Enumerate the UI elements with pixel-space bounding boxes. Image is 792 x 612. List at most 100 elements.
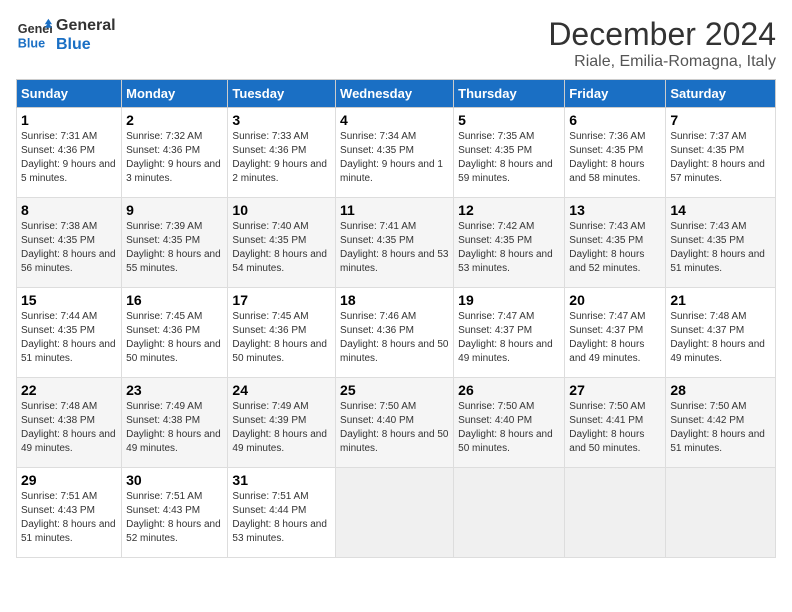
day-number: 23: [126, 382, 223, 398]
calendar-cell: [336, 468, 454, 558]
calendar-cell: 20 Sunrise: 7:47 AMSunset: 4:37 PMDaylig…: [565, 288, 666, 378]
day-detail: Sunrise: 7:50 AMSunset: 4:40 PMDaylight:…: [340, 401, 448, 454]
calendar-cell: [565, 468, 666, 558]
calendar-cell: 29 Sunrise: 7:51 AMSunset: 4:43 PMDaylig…: [17, 468, 122, 558]
day-number: 19: [458, 292, 560, 308]
day-number: 24: [232, 382, 331, 398]
day-detail: Sunrise: 7:43 AMSunset: 4:35 PMDaylight:…: [569, 221, 645, 274]
calendar-cell: 21 Sunrise: 7:48 AMSunset: 4:37 PMDaylig…: [666, 288, 776, 378]
day-number: 28: [670, 382, 771, 398]
calendar-cell: 15 Sunrise: 7:44 AMSunset: 4:35 PMDaylig…: [17, 288, 122, 378]
day-number: 1: [21, 112, 117, 128]
logo: General Blue General Blue: [16, 16, 116, 54]
calendar-cell: [666, 468, 776, 558]
day-detail: Sunrise: 7:49 AMSunset: 4:39 PMDaylight:…: [232, 401, 327, 454]
day-detail: Sunrise: 7:45 AMSunset: 4:36 PMDaylight:…: [232, 311, 327, 364]
day-detail: Sunrise: 7:42 AMSunset: 4:35 PMDaylight:…: [458, 221, 553, 274]
day-number: 22: [21, 382, 117, 398]
main-title: December 2024: [548, 16, 776, 53]
day-number: 31: [232, 472, 331, 488]
day-number: 11: [340, 202, 449, 218]
calendar-cell: 5 Sunrise: 7:35 AMSunset: 4:35 PMDayligh…: [454, 108, 565, 198]
day-number: 2: [126, 112, 223, 128]
day-detail: Sunrise: 7:39 AMSunset: 4:35 PMDaylight:…: [126, 221, 221, 274]
day-number: 17: [232, 292, 331, 308]
day-number: 6: [569, 112, 661, 128]
header-wednesday: Wednesday: [336, 80, 454, 108]
calendar-cell: 16 Sunrise: 7:45 AMSunset: 4:36 PMDaylig…: [122, 288, 228, 378]
day-detail: Sunrise: 7:45 AMSunset: 4:36 PMDaylight:…: [126, 311, 221, 364]
day-number: 3: [232, 112, 331, 128]
day-detail: Sunrise: 7:50 AMSunset: 4:40 PMDaylight:…: [458, 401, 553, 454]
calendar-cell: 13 Sunrise: 7:43 AMSunset: 4:35 PMDaylig…: [565, 198, 666, 288]
calendar-cell: 23 Sunrise: 7:49 AMSunset: 4:38 PMDaylig…: [122, 378, 228, 468]
day-detail: Sunrise: 7:50 AMSunset: 4:41 PMDaylight:…: [569, 401, 645, 454]
header-friday: Friday: [565, 80, 666, 108]
day-detail: Sunrise: 7:50 AMSunset: 4:42 PMDaylight:…: [670, 401, 765, 454]
day-detail: Sunrise: 7:46 AMSunset: 4:36 PMDaylight:…: [340, 311, 448, 364]
day-detail: Sunrise: 7:47 AMSunset: 4:37 PMDaylight:…: [569, 311, 645, 364]
calendar-cell: 25 Sunrise: 7:50 AMSunset: 4:40 PMDaylig…: [336, 378, 454, 468]
day-detail: Sunrise: 7:48 AMSunset: 4:37 PMDaylight:…: [670, 311, 765, 364]
day-number: 9: [126, 202, 223, 218]
header-tuesday: Tuesday: [228, 80, 336, 108]
calendar-week-3: 15 Sunrise: 7:44 AMSunset: 4:35 PMDaylig…: [17, 288, 776, 378]
day-number: 21: [670, 292, 771, 308]
day-detail: Sunrise: 7:51 AMSunset: 4:43 PMDaylight:…: [126, 491, 221, 544]
calendar-cell: 6 Sunrise: 7:36 AMSunset: 4:35 PMDayligh…: [565, 108, 666, 198]
day-detail: Sunrise: 7:51 AMSunset: 4:44 PMDaylight:…: [232, 491, 327, 544]
calendar-week-2: 8 Sunrise: 7:38 AMSunset: 4:35 PMDayligh…: [17, 198, 776, 288]
day-detail: Sunrise: 7:37 AMSunset: 4:35 PMDaylight:…: [670, 131, 765, 184]
calendar-cell: 22 Sunrise: 7:48 AMSunset: 4:38 PMDaylig…: [17, 378, 122, 468]
calendar-cell: 7 Sunrise: 7:37 AMSunset: 4:35 PMDayligh…: [666, 108, 776, 198]
calendar-week-1: 1 Sunrise: 7:31 AMSunset: 4:36 PMDayligh…: [17, 108, 776, 198]
calendar-week-4: 22 Sunrise: 7:48 AMSunset: 4:38 PMDaylig…: [17, 378, 776, 468]
title-block: December 2024 Riale, Emilia-Romagna, Ita…: [548, 16, 776, 71]
day-detail: Sunrise: 7:43 AMSunset: 4:35 PMDaylight:…: [670, 221, 765, 274]
day-detail: Sunrise: 7:49 AMSunset: 4:38 PMDaylight:…: [126, 401, 221, 454]
day-number: 16: [126, 292, 223, 308]
day-number: 4: [340, 112, 449, 128]
calendar-cell: 27 Sunrise: 7:50 AMSunset: 4:41 PMDaylig…: [565, 378, 666, 468]
day-number: 7: [670, 112, 771, 128]
day-number: 30: [126, 472, 223, 488]
calendar-table: SundayMondayTuesdayWednesdayThursdayFrid…: [16, 79, 776, 558]
calendar-cell: 18 Sunrise: 7:46 AMSunset: 4:36 PMDaylig…: [336, 288, 454, 378]
day-number: 15: [21, 292, 117, 308]
calendar-cell: 24 Sunrise: 7:49 AMSunset: 4:39 PMDaylig…: [228, 378, 336, 468]
day-detail: Sunrise: 7:48 AMSunset: 4:38 PMDaylight:…: [21, 401, 116, 454]
day-number: 10: [232, 202, 331, 218]
day-number: 26: [458, 382, 560, 398]
day-detail: Sunrise: 7:31 AMSunset: 4:36 PMDaylight:…: [21, 131, 116, 184]
day-number: 13: [569, 202, 661, 218]
day-number: 14: [670, 202, 771, 218]
calendar-cell: 11 Sunrise: 7:41 AMSunset: 4:35 PMDaylig…: [336, 198, 454, 288]
header-monday: Monday: [122, 80, 228, 108]
calendar-cell: 3 Sunrise: 7:33 AMSunset: 4:36 PMDayligh…: [228, 108, 336, 198]
svg-text:Blue: Blue: [18, 37, 45, 51]
day-detail: Sunrise: 7:47 AMSunset: 4:37 PMDaylight:…: [458, 311, 553, 364]
day-detail: Sunrise: 7:38 AMSunset: 4:35 PMDaylight:…: [21, 221, 116, 274]
calendar-cell: 12 Sunrise: 7:42 AMSunset: 4:35 PMDaylig…: [454, 198, 565, 288]
header-saturday: Saturday: [666, 80, 776, 108]
calendar-cell: 1 Sunrise: 7:31 AMSunset: 4:36 PMDayligh…: [17, 108, 122, 198]
day-number: 20: [569, 292, 661, 308]
header: General Blue General Blue December 2024 …: [16, 16, 776, 71]
day-number: 8: [21, 202, 117, 218]
day-number: 27: [569, 382, 661, 398]
calendar-cell: 30 Sunrise: 7:51 AMSunset: 4:43 PMDaylig…: [122, 468, 228, 558]
calendar-cell: 31 Sunrise: 7:51 AMSunset: 4:44 PMDaylig…: [228, 468, 336, 558]
calendar-cell: 28 Sunrise: 7:50 AMSunset: 4:42 PMDaylig…: [666, 378, 776, 468]
day-number: 29: [21, 472, 117, 488]
day-detail: Sunrise: 7:36 AMSunset: 4:35 PMDaylight:…: [569, 131, 645, 184]
calendar-cell: 14 Sunrise: 7:43 AMSunset: 4:35 PMDaylig…: [666, 198, 776, 288]
calendar-cell: 17 Sunrise: 7:45 AMSunset: 4:36 PMDaylig…: [228, 288, 336, 378]
logo-blue: Blue: [56, 35, 116, 54]
calendar-week-5: 29 Sunrise: 7:51 AMSunset: 4:43 PMDaylig…: [17, 468, 776, 558]
calendar-cell: [454, 468, 565, 558]
calendar-header-row: SundayMondayTuesdayWednesdayThursdayFrid…: [17, 80, 776, 108]
calendar-cell: 4 Sunrise: 7:34 AMSunset: 4:35 PMDayligh…: [336, 108, 454, 198]
day-detail: Sunrise: 7:34 AMSunset: 4:35 PMDaylight:…: [340, 131, 443, 184]
calendar-cell: 8 Sunrise: 7:38 AMSunset: 4:35 PMDayligh…: [17, 198, 122, 288]
logo-icon: General Blue: [16, 17, 52, 53]
